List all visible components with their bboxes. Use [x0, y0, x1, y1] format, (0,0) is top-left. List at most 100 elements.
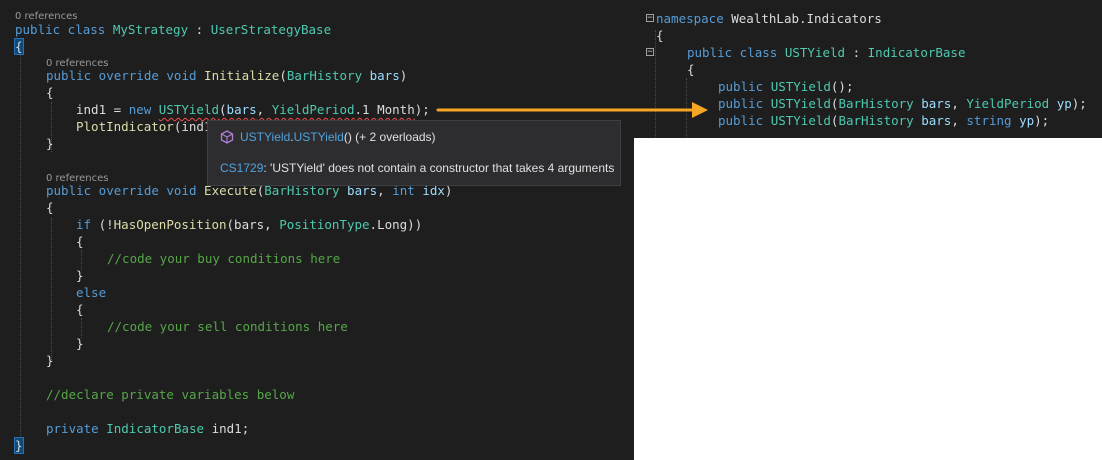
keyword: public [718, 113, 771, 128]
keyword: public override void [46, 68, 205, 83]
method-name: HasOpenPosition [113, 217, 227, 232]
punctuation: ); [1071, 96, 1087, 111]
code-line-comment[interactable]: //code your sell conditions here [107, 318, 348, 335]
signature-class-link[interactable]: USTYield [240, 130, 290, 144]
code-line-brace[interactable]: { [46, 199, 54, 216]
method-cube-icon [220, 130, 234, 144]
code-line-namespace[interactable]: namespace WealthLab.Indicators [656, 10, 882, 27]
collapse-icon[interactable]: − [646, 14, 654, 23]
keyword: namespace [656, 11, 724, 26]
constructor-name: USTYield [770, 96, 831, 111]
param-name: yp [1011, 113, 1035, 128]
namespace-name: WealthLab.Indicators [723, 11, 882, 26]
code-line-brace[interactable]: } [76, 267, 84, 284]
param-type: BarHistory [286, 68, 363, 83]
signature-rest: () (+ 2 overloads) [343, 130, 436, 144]
code-editor-left[interactable]: 0 references public class MyStrategy : U… [0, 0, 634, 460]
param-type: BarHistory [838, 96, 914, 111]
argument: bars [226, 102, 257, 117]
error-code-link[interactable]: CS1729 [220, 161, 263, 175]
code-line-brace[interactable]: { [46, 84, 54, 101]
field-name: ind1; [204, 421, 250, 436]
keyword: else [76, 285, 107, 300]
code-line-plot-indicator[interactable]: PlotIndicator(ind1 [76, 118, 211, 135]
keyword: public [718, 79, 771, 94]
code-line-constructor[interactable]: public USTYield(BarHistory bars, string … [718, 112, 1049, 129]
code-line-comment[interactable]: //declare private variables below [46, 386, 294, 403]
signature-method-link[interactable]: USTYield [294, 130, 344, 144]
code-line-brace[interactable]: } [76, 335, 84, 352]
punctuation: , [951, 96, 967, 111]
param-name: yp [1049, 96, 1072, 111]
keyword: new [128, 102, 159, 117]
enum-type: PositionType [279, 217, 370, 232]
punctuation: : [188, 22, 211, 37]
comment: //code your buy conditions here [107, 251, 341, 266]
code-line-brace[interactable]: } [46, 135, 54, 152]
code-line-brace[interactable]: { [76, 233, 84, 250]
collapse-icon[interactable]: − [646, 48, 654, 57]
code-line-initialize-declaration[interactable]: public override void Initialize(BarHisto… [46, 67, 407, 84]
matched-brace: } [14, 437, 24, 454]
code-line-constructor[interactable]: public USTYield(); [718, 78, 853, 95]
annotation-arrow-icon [436, 102, 708, 118]
keyword: private [46, 421, 107, 436]
quick-info-tooltip: USTYield.USTYield() (+ 2 overloads) CS17… [207, 120, 621, 186]
param-name: bars [913, 96, 952, 111]
code-line-brace[interactable]: { [687, 61, 695, 78]
punctuation: ( [279, 68, 287, 83]
code-line-private-field[interactable]: private IndicatorBase ind1; [46, 420, 249, 437]
base-type: IndicatorBase [867, 45, 966, 60]
param-type: YieldPeriod [966, 96, 1050, 111]
punctuation: : [845, 45, 868, 60]
matched-brace: { [14, 38, 24, 55]
tooltip-signature: USTYield.USTYield() (+ 2 overloads) [220, 130, 436, 144]
punctuation: (! [91, 217, 114, 232]
punctuation: ); [414, 102, 430, 117]
keyword: public override void [46, 183, 205, 198]
punctuation: . [369, 217, 378, 232]
code-line-ind1-assignment[interactable]: ind1 = new USTYield(bars, YieldPeriod.1 … [76, 101, 430, 118]
comment: //declare private variables below [46, 387, 295, 402]
code-line-brace[interactable]: } [46, 352, 54, 369]
field-type: IndicatorBase [106, 421, 205, 436]
keyword: string [966, 113, 1012, 128]
code-line-constructor[interactable]: public USTYield(BarHistory bars, YieldPe… [718, 95, 1087, 112]
base-type: UserStrategyBase [210, 22, 332, 37]
punctuation: (); [830, 79, 854, 94]
punctuation: , [951, 113, 967, 128]
error-message: : 'USTYield' does not contain a construc… [263, 161, 615, 175]
constructor-name: USTYield [770, 79, 831, 94]
code-text: (bars, [226, 217, 280, 232]
code-line-comment[interactable]: //code your buy conditions here [107, 250, 340, 267]
code-text: ind1 = [76, 102, 129, 117]
punctuation: ) [399, 68, 408, 83]
keyword: if [76, 217, 92, 232]
code-line-class-declaration[interactable]: public class USTYield : IndicatorBase [687, 44, 965, 61]
code-line-class-declaration[interactable]: public class MyStrategy : UserStrategyBa… [15, 21, 331, 38]
punctuation: ); [1034, 113, 1050, 128]
method-name: Initialize [204, 68, 280, 83]
code-line-open-brace[interactable]: { [14, 38, 24, 55]
code-line-brace[interactable]: { [76, 301, 84, 318]
constructor-with-error[interactable]: USTYield [159, 102, 219, 117]
method-name: PlotIndicator [76, 119, 174, 134]
code-line-close-brace[interactable]: } [14, 437, 24, 454]
keyword: public class [687, 45, 785, 60]
punctuation: , [256, 102, 272, 117]
code-line-brace[interactable]: { [656, 27, 664, 44]
param-name: bars [913, 113, 952, 128]
tooltip-error: CS1729: 'USTYield' does not contain a co… [220, 161, 614, 175]
class-name: MyStrategy [112, 22, 189, 37]
keyword: public [718, 96, 771, 111]
indent-guide [51, 218, 52, 360]
indent-guide [20, 52, 21, 452]
code-line-if[interactable]: if (!HasOpenPosition(bars, PositionType.… [76, 216, 422, 233]
constructor-name: USTYield [770, 113, 831, 128]
enum-value: .1 Month [354, 102, 415, 117]
punctuation: )) [407, 217, 423, 232]
class-name: USTYield [784, 45, 846, 60]
param-name: bars [362, 68, 400, 83]
enum-type: YieldPeriod [271, 102, 355, 117]
code-line-else[interactable]: else [76, 284, 106, 301]
